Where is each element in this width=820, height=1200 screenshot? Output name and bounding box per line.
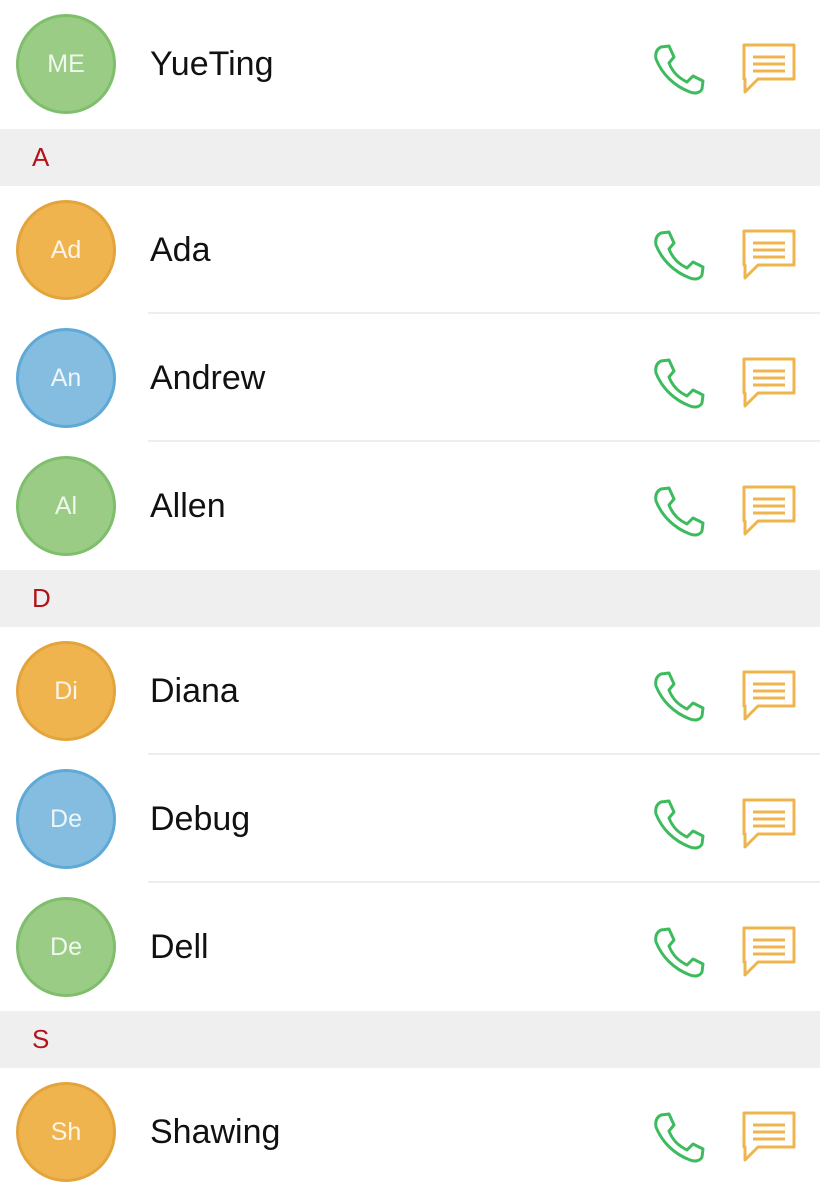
avatar: Ad: [16, 200, 116, 300]
message-icon[interactable]: [740, 1110, 798, 1164]
contact-name: Diana: [150, 671, 239, 710]
avatar: Al: [16, 456, 116, 556]
message-icon[interactable]: [740, 797, 798, 851]
message-icon[interactable]: [740, 669, 798, 723]
avatar: ME: [16, 14, 116, 114]
contact-row[interactable]: An Andrew: [0, 314, 820, 442]
contact-row[interactable]: De Debug: [0, 755, 820, 883]
contact-row[interactable]: De Dell: [0, 883, 820, 1011]
message-icon[interactable]: [740, 925, 798, 979]
section-letter: D: [32, 583, 51, 613]
avatar: Di: [16, 641, 116, 741]
contact-row[interactable]: Al Allen: [0, 442, 820, 570]
phone-icon[interactable]: [652, 228, 706, 282]
avatar: De: [16, 897, 116, 997]
contact-name: Debug: [150, 799, 251, 838]
section-header-d: D: [0, 570, 820, 627]
section-header-s: S: [0, 1011, 820, 1068]
message-icon[interactable]: [740, 228, 798, 282]
contact-name: Shawing: [150, 1112, 281, 1151]
phone-icon[interactable]: [652, 925, 706, 979]
contact-name: Dell: [150, 927, 209, 966]
avatar: Sh: [16, 1082, 116, 1182]
section-letter: A: [32, 142, 50, 172]
contact-list: ME YueTing A Ad Ada An Andrew Al Allen D Di Diana…: [0, 0, 820, 1196]
message-icon[interactable]: [740, 484, 798, 538]
message-icon[interactable]: [740, 42, 798, 96]
phone-icon[interactable]: [652, 356, 706, 410]
phone-icon[interactable]: [652, 42, 706, 96]
avatar: De: [16, 769, 116, 869]
avatar: An: [16, 328, 116, 428]
phone-icon[interactable]: [652, 484, 706, 538]
section-letter: S: [32, 1024, 50, 1054]
phone-icon[interactable]: [652, 669, 706, 723]
my-contact-row[interactable]: ME YueTing: [0, 0, 820, 129]
phone-icon[interactable]: [652, 1110, 706, 1164]
section-header-a: A: [0, 129, 820, 186]
contact-name: Andrew: [150, 358, 266, 397]
contact-name: Allen: [150, 486, 226, 525]
contact-name: Ada: [150, 230, 211, 269]
contact-name: YueTing: [150, 45, 274, 83]
message-icon[interactable]: [740, 356, 798, 410]
contact-row[interactable]: Ad Ada: [0, 186, 820, 314]
contact-row[interactable]: Sh Shawing: [0, 1068, 820, 1196]
phone-icon[interactable]: [652, 797, 706, 851]
contact-row[interactable]: Di Diana: [0, 627, 820, 755]
